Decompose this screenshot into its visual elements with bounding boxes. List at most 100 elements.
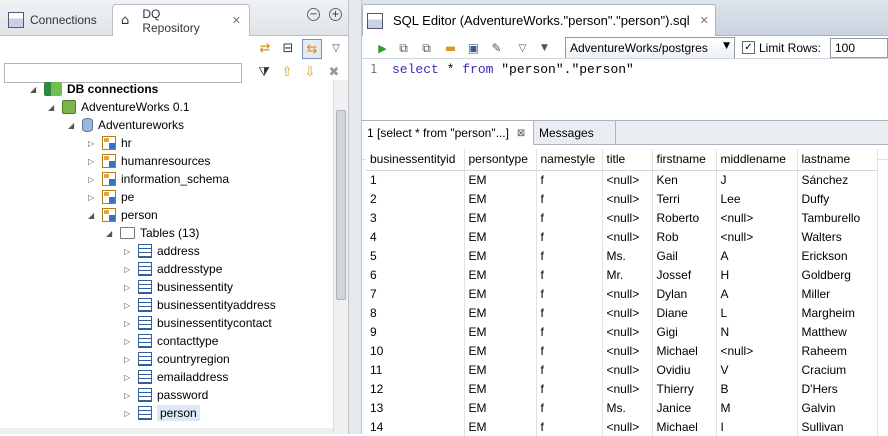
table-cell[interactable]: Matthew [797, 322, 878, 341]
table-cell[interactable]: <null> [602, 360, 653, 379]
limit-rows-checkbox[interactable]: ✓ [742, 41, 755, 54]
table-cell[interactable]: <null> [602, 208, 653, 227]
tab-result-set[interactable]: 1 [select * from "person"...] ⊠ [362, 121, 534, 145]
column-header[interactable]: middlename [716, 149, 798, 171]
table-cell[interactable]: f [536, 322, 603, 341]
dropdown-icon[interactable]: ▽ [514, 40, 531, 57]
tree-node[interactable]: ▷ password [124, 386, 208, 404]
table-row[interactable]: 10 EM f <null> Michael <null> Raheem [366, 341, 878, 360]
table-cell[interactable]: 3 [366, 208, 465, 227]
table-cell[interactable]: V [716, 360, 798, 379]
table-row[interactable]: 6 EM f Mr. Jossef H Goldberg [366, 265, 878, 284]
table-row[interactable]: 14 EM f <null> Michael I Sullivan [366, 417, 878, 436]
table-cell[interactable]: Sullivan [797, 417, 878, 436]
tree-node[interactable]: ▷ information_schema [88, 170, 229, 188]
tree-node[interactable]: ▷ hr [88, 134, 132, 152]
limit-rows-input[interactable]: 100 [830, 38, 888, 58]
run-icon[interactable]: ▶ [374, 40, 391, 57]
collapse-arrow-icon[interactable]: ◢ [106, 229, 116, 238]
expand-arrow-icon[interactable]: ▷ [124, 373, 134, 382]
table-cell[interactable]: f [536, 379, 603, 398]
table-cell[interactable]: Ovidiu [652, 360, 717, 379]
collapse-all-icon[interactable]: ⊟ [278, 39, 298, 59]
tree-node[interactable]: ▷ businessentity [124, 278, 233, 296]
expand-arrow-icon[interactable]: ▷ [124, 319, 134, 328]
table-cell[interactable]: <null> [602, 341, 653, 360]
table-cell[interactable]: 10 [366, 341, 465, 360]
table-cell[interactable]: Mr. [602, 265, 653, 284]
table-cell[interactable]: Ms. [602, 246, 653, 265]
expand-arrow-icon[interactable]: ▷ [88, 139, 98, 148]
save-icon[interactable]: ▣ [465, 40, 482, 57]
table-cell[interactable]: Sánchez [797, 170, 878, 189]
table-cell[interactable]: EM [464, 246, 537, 265]
tree-horizontal-scrollbar[interactable] [0, 428, 333, 434]
table-cell[interactable]: f [536, 303, 603, 322]
table-cell[interactable]: <null> [602, 284, 653, 303]
tab-connections[interactable]: Connections [0, 4, 105, 36]
table-cell[interactable]: Erickson [797, 246, 878, 265]
table-cell[interactable]: Rob [652, 227, 717, 246]
table-row[interactable]: 2 EM f <null> Terri Lee Duffy [366, 189, 878, 208]
table-row[interactable]: 9 EM f <null> Gigi N Matthew [366, 322, 878, 341]
table-cell[interactable]: Walters [797, 227, 878, 246]
table-cell[interactable]: H [716, 265, 798, 284]
table-cell[interactable]: A [716, 284, 798, 303]
table-cell[interactable]: f [536, 360, 603, 379]
table-cell[interactable]: f [536, 189, 603, 208]
close-icon[interactable]: ✕ [700, 14, 709, 27]
table-row[interactable]: 13 EM f Ms. Janice M Galvin [366, 398, 878, 417]
table-cell[interactable]: Goldberg [797, 265, 878, 284]
table-cell[interactable]: f [536, 398, 603, 417]
table-cell[interactable]: EM [464, 265, 537, 284]
column-header[interactable]: title [602, 149, 653, 171]
table-cell[interactable]: <null> [602, 170, 653, 189]
close-icon[interactable]: ✕ [232, 14, 241, 27]
table-cell[interactable]: <null> [716, 208, 798, 227]
table-cell[interactable]: EM [464, 170, 537, 189]
tab-dq-repository[interactable]: ⌂ DQ Repository ✕ [112, 4, 250, 36]
table-cell[interactable]: f [536, 284, 603, 303]
table-cell[interactable]: 8 [366, 303, 465, 322]
link-with-editor-icon[interactable]: ⇆ [302, 39, 322, 59]
tree-vertical-scrollbar[interactable] [333, 80, 348, 434]
expand-arrow-icon[interactable]: ▷ [124, 283, 134, 292]
column-header[interactable]: businessentityid [366, 149, 465, 171]
table-cell[interactable]: Gail [652, 246, 717, 265]
run-selection-icon[interactable]: ⧉ [395, 40, 412, 57]
tab-messages[interactable]: Messages [534, 121, 616, 145]
tree-node[interactable]: ◢ person [88, 206, 158, 224]
table-cell[interactable]: Tamburello [797, 208, 878, 227]
expand-arrow-icon[interactable]: ▷ [88, 175, 98, 184]
maximize-icon[interactable]: + [329, 8, 342, 21]
table-cell[interactable]: Galvin [797, 398, 878, 417]
tree-node[interactable]: ▷ countryregion [124, 350, 230, 368]
column-header[interactable]: persontype [464, 149, 537, 171]
tree-node[interactable]: ◢ Tables (13) [106, 224, 199, 242]
table-cell[interactable]: 11 [366, 360, 465, 379]
table-cell[interactable]: <null> [716, 341, 798, 360]
tree-node[interactable]: ▷ emailaddress [124, 368, 228, 386]
table-cell[interactable]: Roberto [652, 208, 717, 227]
table-cell[interactable]: Duffy [797, 189, 878, 208]
table-cell[interactable]: N [716, 322, 798, 341]
minimize-icon[interactable]: − [307, 8, 320, 21]
table-cell[interactable]: Janice [652, 398, 717, 417]
connection-select[interactable]: AdventureWorks/postgres ▼ [565, 37, 735, 59]
table-cell[interactable]: <null> [602, 417, 653, 436]
collapse-arrow-icon[interactable]: ◢ [48, 103, 58, 112]
table-cell[interactable]: 7 [366, 284, 465, 303]
open-folder-icon[interactable]: ▬ [442, 40, 459, 57]
table-cell[interactable]: Cracium [797, 360, 878, 379]
table-cell[interactable]: Ken [652, 170, 717, 189]
tree-node[interactable]: ▷ addresstype [124, 260, 222, 278]
expand-arrow-icon[interactable]: ▷ [88, 193, 98, 202]
table-cell[interactable]: EM [464, 227, 537, 246]
table-row[interactable]: 3 EM f <null> Roberto <null> Tamburello [366, 208, 878, 227]
tab-sql-editor[interactable]: SQL Editor (AdventureWorks."person"."per… [362, 4, 716, 36]
table-cell[interactable]: EM [464, 208, 537, 227]
edit-icon[interactable]: ✎ [488, 40, 505, 57]
column-header[interactable]: lastname [797, 149, 878, 171]
tree-node[interactable]: ▷ person [124, 404, 200, 422]
tree-node[interactable]: ◢ AdventureWorks 0.1 [48, 98, 190, 116]
